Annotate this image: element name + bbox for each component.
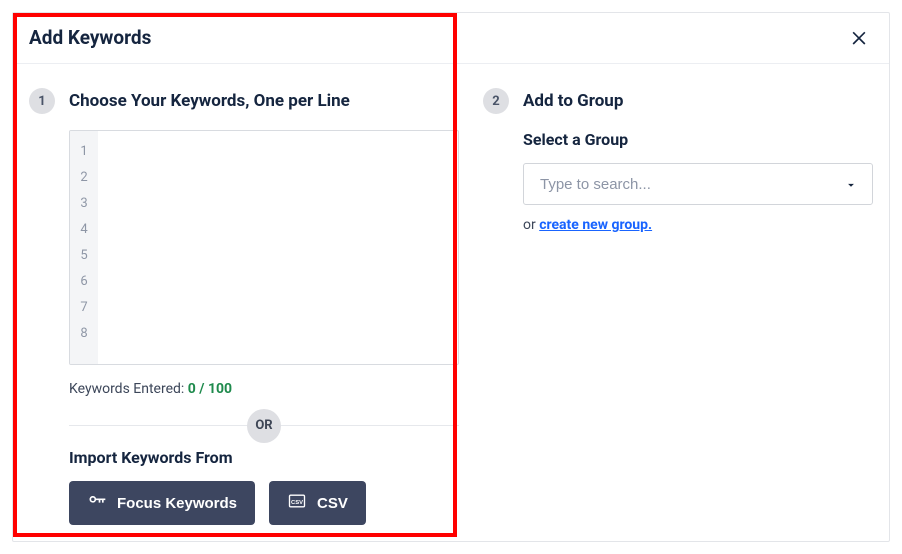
import-buttons-row: Focus Keywords CSV CSV xyxy=(69,481,459,525)
step-2-column: 2 Add to Group Select a Group or create … xyxy=(483,88,873,525)
group-select[interactable] xyxy=(523,163,873,205)
step-2-header: 2 Add to Group xyxy=(483,88,873,114)
step-1-title: Choose Your Keywords, One per Line xyxy=(69,91,350,111)
entered-count: 0 / 100 xyxy=(188,381,232,397)
close-button[interactable] xyxy=(845,23,873,51)
create-group-row: or create new group. xyxy=(523,217,873,233)
modal-header: Add Keywords xyxy=(13,13,889,64)
line-number: 8 xyxy=(70,321,98,347)
line-number: 4 xyxy=(70,217,98,243)
modal-title: Add Keywords xyxy=(29,26,151,49)
line-number: 3 xyxy=(70,191,98,217)
step-2-content: Select a Group or create new group. xyxy=(523,130,873,233)
select-group-heading: Select a Group xyxy=(523,130,873,149)
csv-icon: CSV xyxy=(287,491,307,515)
group-search-input[interactable] xyxy=(538,175,844,194)
csv-label: CSV xyxy=(317,495,348,512)
step-1-badge: 1 xyxy=(29,88,55,114)
step-1-column: 1 Choose Your Keywords, One per Line 1 2… xyxy=(29,88,459,525)
chevron-down-icon xyxy=(844,177,858,191)
line-number: 2 xyxy=(70,165,98,191)
step-2-badge: 2 xyxy=(483,88,509,114)
or-prefix: or xyxy=(523,217,539,233)
keywords-entered-row: Keywords Entered: 0 / 100 xyxy=(69,381,459,397)
step-2-title: Add to Group xyxy=(523,91,623,111)
import-heading: Import Keywords From xyxy=(69,448,459,467)
step-1-header: 1 Choose Your Keywords, One per Line xyxy=(29,88,459,114)
or-pill: OR xyxy=(247,409,281,443)
focus-keywords-button[interactable]: Focus Keywords xyxy=(69,481,255,525)
entered-label: Keywords Entered: xyxy=(69,381,188,397)
line-number: 5 xyxy=(70,243,98,269)
add-keywords-modal: Add Keywords 1 Choose Your Keywords, One… xyxy=(12,12,890,542)
editor-lines[interactable] xyxy=(98,131,458,364)
focus-keywords-label: Focus Keywords xyxy=(117,495,237,512)
keywords-editor[interactable]: 1 2 3 4 5 6 7 8 xyxy=(69,130,459,365)
line-number: 7 xyxy=(70,295,98,321)
step-1-content: 1 2 3 4 5 6 7 8 Keywords Ent xyxy=(69,130,459,525)
csv-button[interactable]: CSV CSV xyxy=(269,481,366,525)
or-divider: OR xyxy=(69,425,459,426)
line-number: 6 xyxy=(70,269,98,295)
svg-text:CSV: CSV xyxy=(291,500,303,506)
create-new-group-link[interactable]: create new group. xyxy=(539,217,652,233)
modal-body: 1 Choose Your Keywords, One per Line 1 2… xyxy=(13,64,889,541)
close-icon xyxy=(849,35,869,50)
key-icon xyxy=(87,491,107,515)
line-gutter: 1 2 3 4 5 6 7 8 xyxy=(70,131,98,364)
line-number: 1 xyxy=(70,139,98,165)
